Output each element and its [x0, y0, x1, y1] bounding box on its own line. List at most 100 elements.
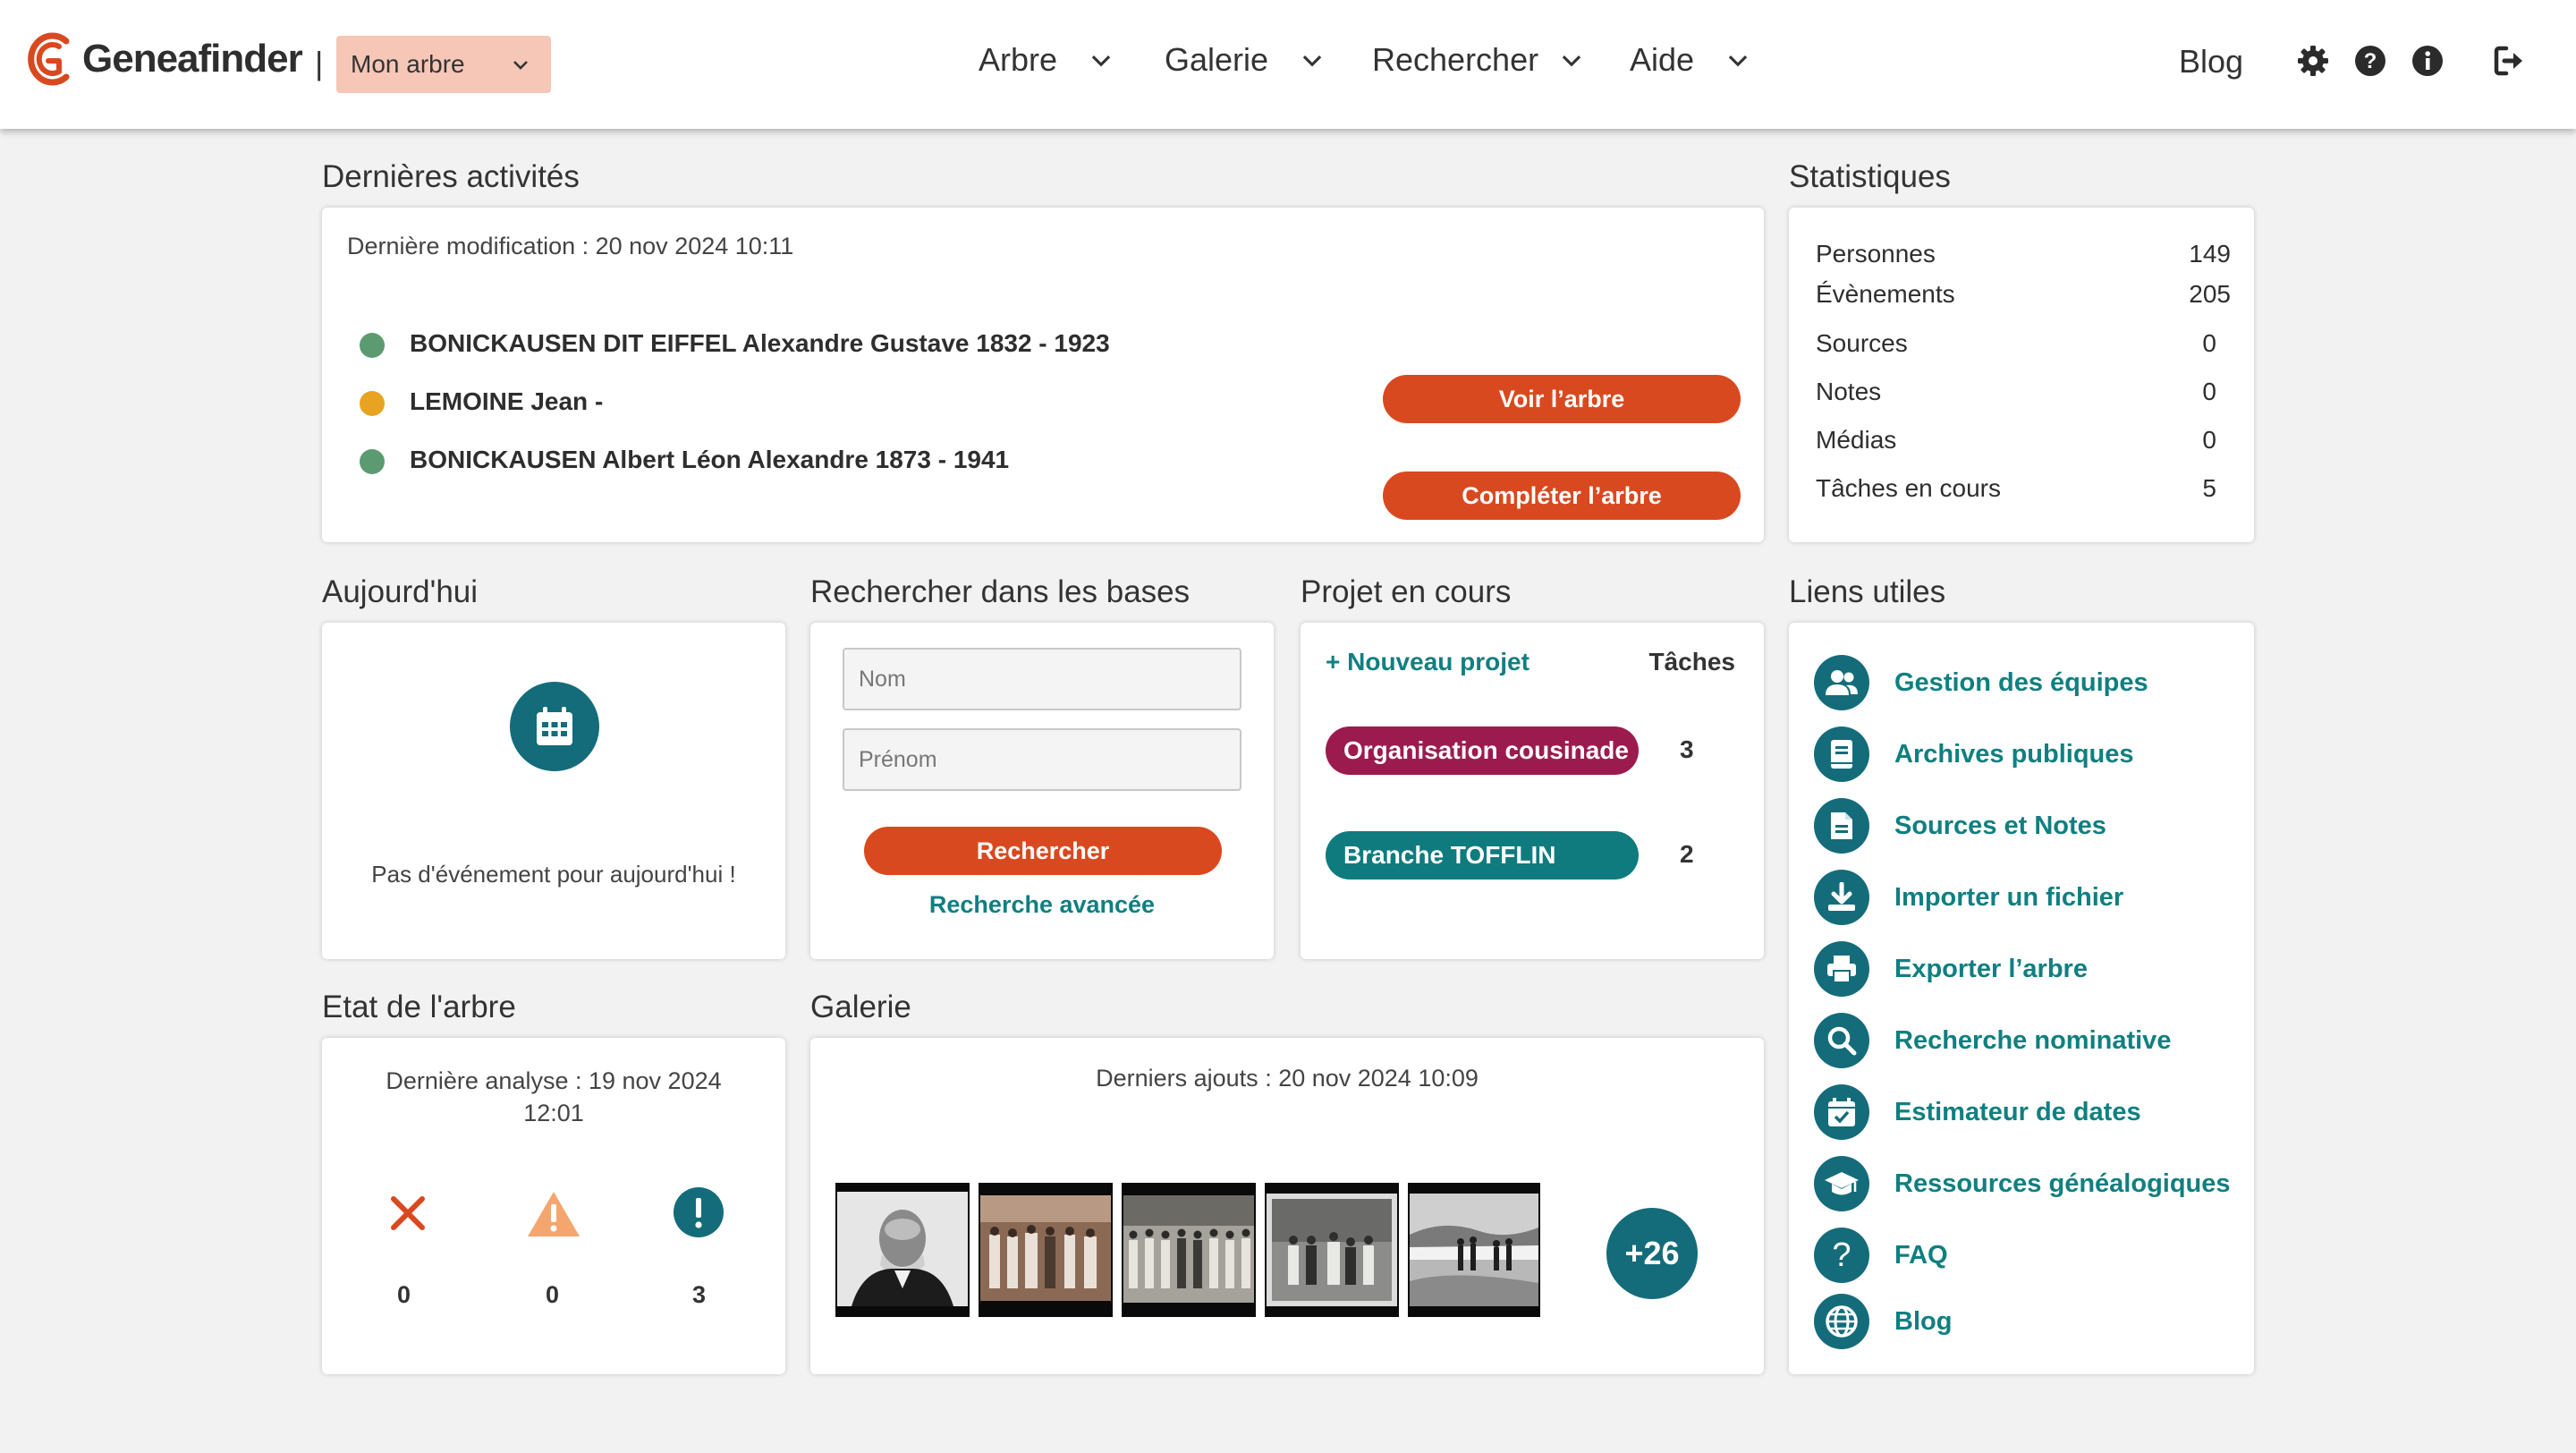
- gallery-thumbnail[interactable]: [1265, 1183, 1399, 1317]
- activities-card: Dernière modification : 20 nov 2024 10:1…: [322, 208, 1764, 542]
- new-project-link[interactable]: + Nouveau projet: [1326, 648, 1530, 676]
- calendar-check-icon: [1814, 1084, 1869, 1140]
- chevron-down-icon: [1562, 55, 1581, 67]
- stat-row: Évènements 205: [1816, 280, 2231, 309]
- link-label: Gestion des équipes: [1894, 667, 2148, 697]
- info-icon[interactable]: [2410, 43, 2445, 79]
- gallery-thumbnail[interactable]: [979, 1183, 1113, 1317]
- nav-arbre-label: Arbre: [979, 41, 1058, 78]
- header-blog-link[interactable]: Blog: [2179, 43, 2243, 81]
- stat-row: Tâches en cours 5: [1816, 474, 2231, 503]
- stat-row: Personnes 149: [1816, 240, 2231, 268]
- last-analysis-time: 12:01: [523, 1100, 584, 1126]
- chevron-down-icon: [1302, 55, 1322, 67]
- tree-select-dropdown[interactable]: Mon arbre: [336, 36, 551, 93]
- activity-item[interactable]: BONICKAUSEN Albert Léon Alexandre 1873 -…: [410, 446, 1009, 474]
- stat-row: Notes 0: [1816, 378, 2231, 406]
- info-alert-icon[interactable]: [673, 1186, 724, 1238]
- link-sources-notes[interactable]: Sources et Notes: [1814, 798, 2106, 854]
- chevron-down-icon: [1728, 55, 1748, 67]
- stat-row: Sources 0: [1816, 329, 2231, 358]
- link-ressources-genealogiques[interactable]: Ressources généalogiques: [1814, 1156, 2231, 1211]
- advanced-search-link[interactable]: Recherche avancée: [810, 891, 1274, 919]
- document-icon: [1814, 798, 1869, 854]
- link-label: Exporter l’arbre: [1894, 954, 2088, 983]
- stat-value: 0: [2202, 329, 2216, 357]
- nav-galerie-label: Galerie: [1165, 41, 1269, 78]
- search-title: Rechercher dans les bases: [810, 574, 1191, 609]
- gear-icon[interactable]: [2295, 43, 2331, 79]
- activity-item[interactable]: LEMOINE Jean -: [410, 387, 603, 416]
- complete-tree-button[interactable]: Compléter l’arbre: [1383, 472, 1741, 520]
- logo-separator: |: [315, 45, 324, 81]
- link-blog[interactable]: Blog: [1814, 1294, 1952, 1349]
- gallery-thumbnail[interactable]: [835, 1183, 970, 1317]
- link-exporter-arbre[interactable]: Exporter l’arbre: [1814, 941, 2088, 997]
- gallery-more-button[interactable]: +26: [1606, 1208, 1698, 1299]
- project-pill[interactable]: Branche TOFFLIN: [1326, 831, 1639, 879]
- gallery-thumbnail[interactable]: [1408, 1183, 1540, 1317]
- search-button[interactable]: Rechercher: [864, 827, 1222, 875]
- project-pill[interactable]: Organisation cousinade: [1326, 726, 1639, 775]
- logout-icon[interactable]: [2492, 43, 2528, 79]
- link-archives-publiques[interactable]: Archives publiques: [1814, 726, 2134, 782]
- stat-value: 5: [2202, 474, 2216, 502]
- graduation-cap-icon: [1814, 1156, 1869, 1211]
- link-label: Sources et Notes: [1894, 811, 2106, 840]
- error-count: 0: [397, 1281, 411, 1308]
- nav-galerie[interactable]: Galerie: [1165, 41, 1324, 79]
- link-label: FAQ: [1894, 1240, 1948, 1270]
- warning-count: 0: [546, 1281, 560, 1308]
- link-gestion-equipes[interactable]: Gestion des équipes: [1814, 655, 2148, 710]
- logo-icon: [28, 32, 70, 86]
- help-icon[interactable]: ?: [2352, 43, 2388, 79]
- nav-aide-label: Aide: [1630, 41, 1695, 78]
- nav-aide[interactable]: Aide: [1630, 41, 1750, 79]
- no-event-text: Pas d'événement pour aujourd'hui !: [371, 861, 736, 888]
- tree-select-value: Mon arbre: [351, 50, 465, 78]
- book-icon: [1814, 726, 1869, 782]
- stat-value: 0: [2202, 378, 2216, 405]
- info-count: 3: [692, 1281, 707, 1308]
- nom-field[interactable]: Nom: [843, 648, 1241, 710]
- nav-arbre[interactable]: Arbre: [979, 41, 1113, 79]
- stats-title: Statistiques: [1789, 159, 1951, 194]
- link-label: Recherche nominative: [1894, 1025, 2172, 1055]
- stat-value: 0: [2202, 426, 2216, 454]
- top-navigation-bar: Geneafinder | Mon arbre Arbre Galerie Re…: [0, 0, 2576, 129]
- stat-label: Notes: [1816, 378, 1882, 405]
- stat-label: Tâches en cours: [1816, 474, 2001, 502]
- chevron-down-icon: [513, 61, 528, 70]
- project-task-count: 2: [1680, 840, 1694, 868]
- warning-icon[interactable]: [526, 1190, 581, 1238]
- globe-icon: [1814, 1294, 1869, 1349]
- prenom-field[interactable]: Prénom: [843, 728, 1241, 791]
- search-card: Nom Prénom Rechercher Recherche avancée: [810, 623, 1274, 959]
- link-recherche-nominative[interactable]: Recherche nominative: [1814, 1013, 2171, 1068]
- stat-label: Sources: [1816, 329, 1908, 357]
- users-icon: [1814, 655, 1869, 710]
- gallery-title: Galerie: [810, 990, 911, 1024]
- link-label: Estimateur de dates: [1894, 1097, 2141, 1126]
- last-modification: Dernière modification : 20 nov 2024 10:1…: [347, 233, 794, 259]
- link-importer-fichier[interactable]: Importer un fichier: [1814, 870, 2123, 925]
- project-task-count: 3: [1680, 735, 1694, 763]
- link-label: Ressources généalogiques: [1894, 1168, 2231, 1198]
- printer-icon: [1814, 941, 1869, 997]
- nav-rechercher[interactable]: Rechercher: [1372, 41, 1583, 79]
- geneafinder-logo[interactable]: Geneafinder: [23, 23, 303, 95]
- gallery-last-added: Derniers ajouts : 20 nov 2024 10:09: [1096, 1065, 1479, 1092]
- activity-item[interactable]: BONICKAUSEN DIT EIFFEL Alexandre Gustave…: [410, 329, 1110, 358]
- today-card: Pas d'événement pour aujourd'hui !: [322, 623, 785, 959]
- link-faq[interactable]: ? FAQ: [1814, 1228, 1948, 1283]
- view-tree-button[interactable]: Voir l’arbre: [1383, 375, 1741, 423]
- status-dot: [360, 449, 385, 474]
- svg-text:?: ?: [2364, 49, 2377, 73]
- today-title: Aujourd'hui: [322, 574, 479, 609]
- calendar-icon: [510, 682, 599, 771]
- stat-value: 149: [2189, 240, 2231, 268]
- link-estimateur-dates[interactable]: Estimateur de dates: [1814, 1084, 2141, 1140]
- tree-state-title: Etat de l'arbre: [322, 990, 516, 1024]
- gallery-thumbnail[interactable]: [1122, 1183, 1256, 1317]
- error-icon[interactable]: [388, 1194, 428, 1233]
